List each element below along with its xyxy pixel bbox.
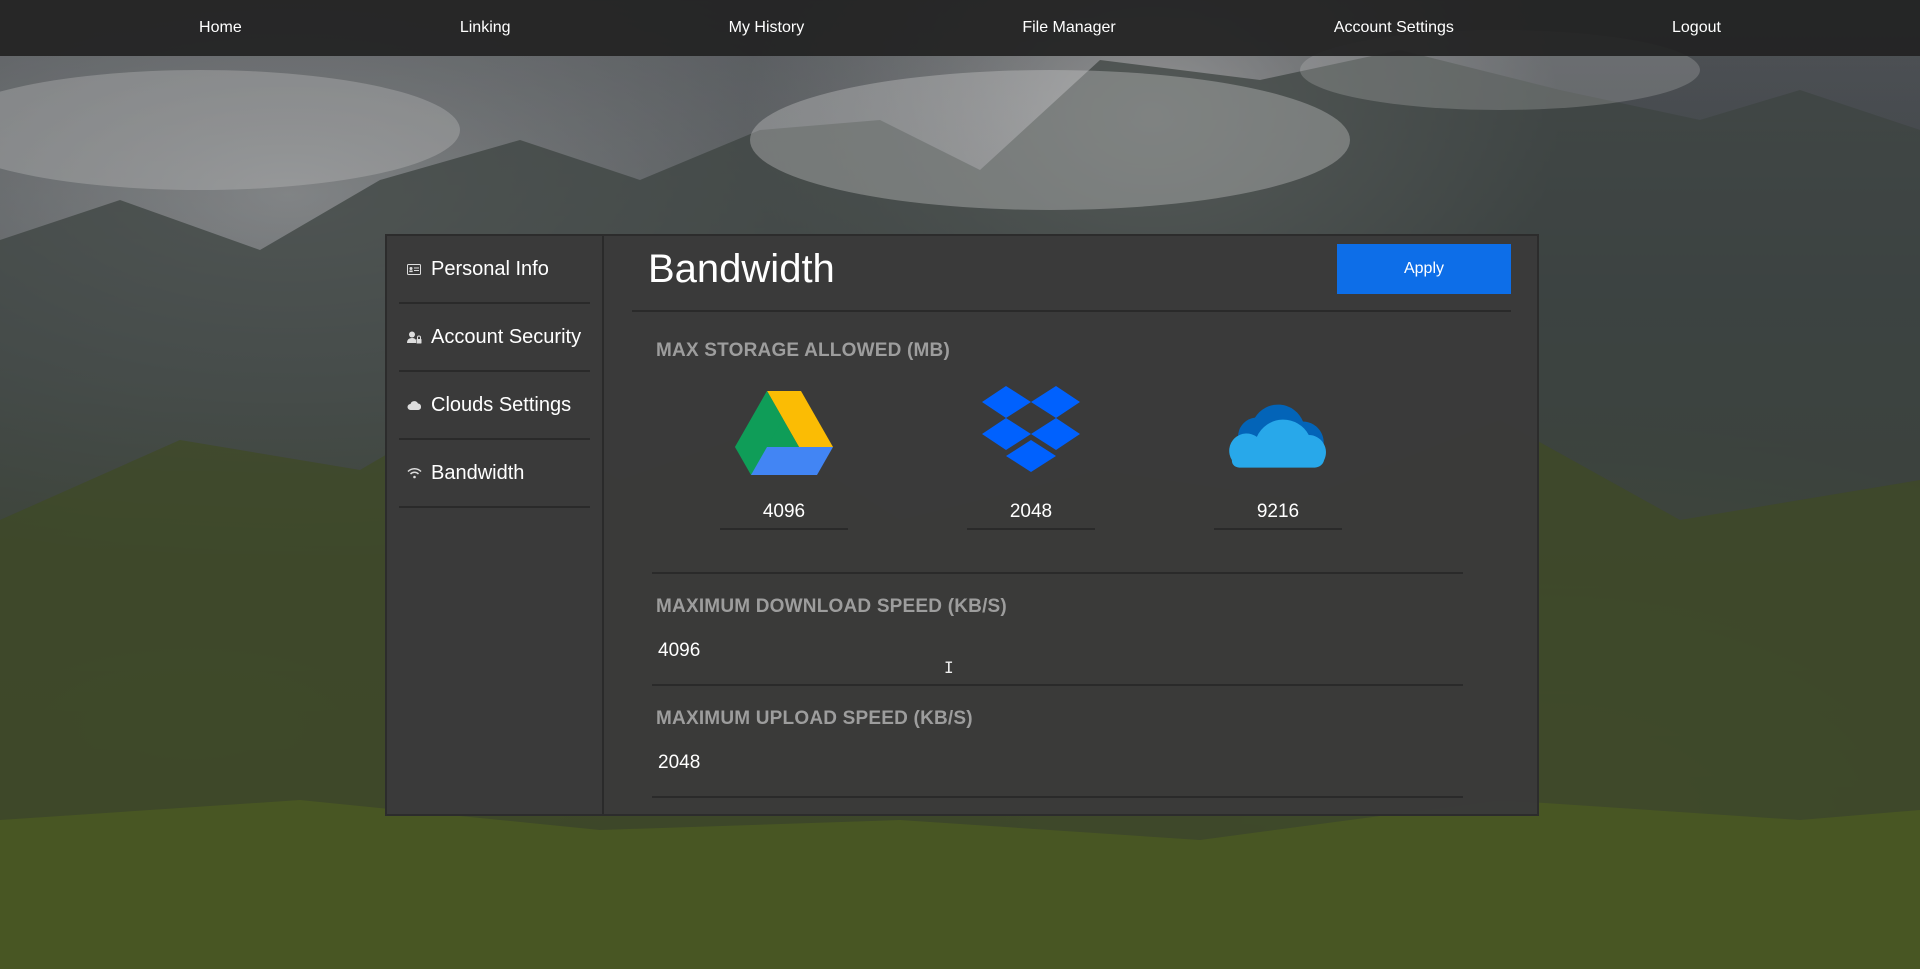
- bandwidth-content: Bandwidth Apply MAX STORAGE ALLOWED (MB): [604, 236, 1537, 814]
- id-card-icon: [405, 260, 423, 278]
- nav-linking[interactable]: Linking: [460, 19, 511, 37]
- sidebar-item-personal-info[interactable]: Personal Info: [399, 236, 590, 304]
- download-speed-section: MAXIMUM DOWNLOAD SPEED (KB/S): [652, 574, 1463, 686]
- onedrive-icon: [1228, 388, 1328, 480]
- upload-speed-section: MAXIMUM UPLOAD SPEED (KB/S): [652, 686, 1463, 798]
- apply-button[interactable]: Apply: [1337, 244, 1511, 294]
- download-speed-input[interactable]: [656, 636, 1360, 666]
- nav-logout[interactable]: Logout: [1672, 19, 1721, 37]
- nav-my-history[interactable]: My History: [729, 19, 805, 37]
- dropbox-storage: [967, 386, 1095, 530]
- settings-sidebar: Personal Info Account Security Clouds Se…: [387, 236, 604, 814]
- top-navigation: Home Linking My History File Manager Acc…: [0, 0, 1920, 56]
- sidebar-item-bandwidth[interactable]: Bandwidth: [399, 440, 590, 508]
- settings-panel: Personal Info Account Security Clouds Se…: [385, 234, 1539, 816]
- upload-speed-input[interactable]: [656, 748, 1360, 778]
- onedrive-storage-input[interactable]: [1214, 496, 1342, 530]
- nav-account-settings[interactable]: Account Settings: [1334, 19, 1454, 37]
- page-title: Bandwidth: [648, 246, 835, 291]
- page-root: Home Linking My History File Manager Acc…: [0, 0, 1920, 969]
- user-lock-icon: [405, 328, 423, 346]
- google-drive-storage-input[interactable]: [720, 496, 848, 530]
- google-drive-storage: [720, 388, 848, 530]
- sidebar-item-label: Bandwidth: [431, 461, 525, 484]
- download-speed-label: MAXIMUM DOWNLOAD SPEED (KB/S): [656, 596, 1007, 617]
- sidebar-item-label: Personal Info: [431, 257, 549, 280]
- google-drive-icon: [734, 388, 834, 480]
- sidebar-item-label: Clouds Settings: [431, 393, 572, 416]
- storage-section: MAX STORAGE ALLOWED (MB): [652, 312, 1463, 574]
- cloud-icon: [405, 396, 423, 414]
- sidebar-item-clouds-settings[interactable]: Clouds Settings: [399, 372, 590, 440]
- sidebar-item-label: Account Security: [431, 325, 582, 348]
- upload-speed-label: MAXIMUM UPLOAD SPEED (KB/S): [656, 708, 973, 729]
- dropbox-icon: [981, 386, 1081, 480]
- wifi-icon: [405, 464, 423, 482]
- onedrive-storage: [1214, 388, 1342, 530]
- cloud-storage-list: [652, 386, 1463, 530]
- nav-home[interactable]: Home: [199, 19, 242, 37]
- text-cursor-icon: I: [944, 658, 954, 677]
- sidebar-item-account-security[interactable]: Account Security: [399, 304, 590, 372]
- dropbox-storage-input[interactable]: [967, 496, 1095, 530]
- nav-file-manager[interactable]: File Manager: [1022, 19, 1115, 37]
- storage-label: MAX STORAGE ALLOWED (MB): [656, 340, 951, 361]
- content-header: Bandwidth Apply: [632, 236, 1511, 312]
